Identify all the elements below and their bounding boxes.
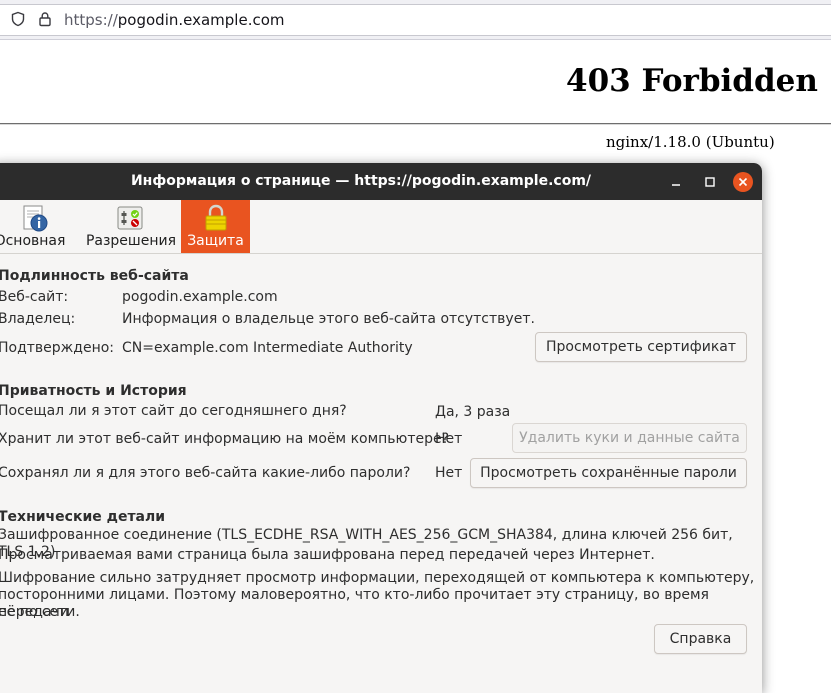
encryption-explanation-line3: её по сети. xyxy=(0,604,80,620)
clear-cookies-button[interactable]: Удалить куки и данные сайта xyxy=(512,423,747,453)
padlock-icon xyxy=(205,204,227,231)
url-text[interactable]: https://pogodin.example.com xyxy=(64,11,285,29)
view-certificate-button[interactable]: Просмотреть сертификат xyxy=(535,332,747,362)
identity-section-title: Подлинность веб-сайта xyxy=(0,268,189,284)
verified-value: CN=example.com Intermediate Authority xyxy=(122,340,413,356)
encryption-explanation-line1: Шифрование сильно затрудняет просмотр ин… xyxy=(0,570,755,586)
visited-answer: Да, 3 раза xyxy=(435,404,511,420)
permissions-icon xyxy=(117,206,143,230)
page-info-dialog: Информация о странице — https://pogodin.… xyxy=(0,163,762,693)
help-button[interactable]: Справка xyxy=(654,624,747,654)
tab-security-label: Защита xyxy=(187,233,244,249)
visited-question: Посещал ли я этот сайт до сегодняшнего д… xyxy=(0,403,347,419)
view-saved-passwords-button[interactable]: Просмотреть сохранённые пароли xyxy=(470,458,747,488)
security-panel: Подлинность веб-сайта Веб-сайт: pogodin.… xyxy=(0,254,762,693)
encryption-summary: Просматриваемая вами страница была зашиф… xyxy=(0,547,655,563)
owner-value: Информация о владельце этого веб-сайта о… xyxy=(122,311,535,327)
technical-section-title: Технические детали xyxy=(0,509,166,525)
passwords-answer: Нет xyxy=(435,465,463,481)
dialog-titlebar[interactable]: Информация о странице — https://pogodin.… xyxy=(0,163,762,200)
server-signature: nginx/1.18.0 (Ubuntu) xyxy=(606,133,775,151)
owner-label: Владелец: xyxy=(0,311,76,327)
website-value: pogodin.example.com xyxy=(122,289,278,305)
stores-data-question: Хранит ли этот веб-сайт информацию на мо… xyxy=(0,431,450,447)
dialog-tab-bar: Основная Разрешения Защита xyxy=(0,200,762,254)
privacy-section-title: Приватность и История xyxy=(0,383,187,399)
page-heading: 403 Forbidden xyxy=(566,63,818,99)
tab-security[interactable]: Защита xyxy=(181,200,250,253)
website-label: Веб-сайт: xyxy=(0,289,69,305)
browser-toolbar: https://pogodin.example.com xyxy=(0,0,831,40)
info-icon xyxy=(23,205,48,232)
tab-general[interactable]: Основная xyxy=(0,200,70,253)
tab-permissions-label: Разрешения xyxy=(85,233,177,249)
stores-data-answer: Нет xyxy=(435,431,463,447)
dialog-title: Информация о странице — https://pogodin.… xyxy=(130,173,592,189)
tab-permissions[interactable]: Разрешения xyxy=(82,200,180,253)
lock-icon[interactable] xyxy=(37,11,53,27)
verified-label: Подтверждено: xyxy=(0,340,115,356)
passwords-question: Сохранял ли я для этого веб-сайта какие-… xyxy=(0,465,411,481)
page-divider xyxy=(0,123,831,125)
url-host: pogodin.example.com xyxy=(117,11,285,29)
maximize-icon[interactable] xyxy=(700,172,720,192)
tab-general-label: Основная xyxy=(0,233,66,249)
url-scheme: https:// xyxy=(64,11,118,29)
close-icon[interactable] xyxy=(733,172,753,192)
minimize-icon[interactable] xyxy=(666,172,686,192)
shield-icon[interactable] xyxy=(10,11,26,27)
